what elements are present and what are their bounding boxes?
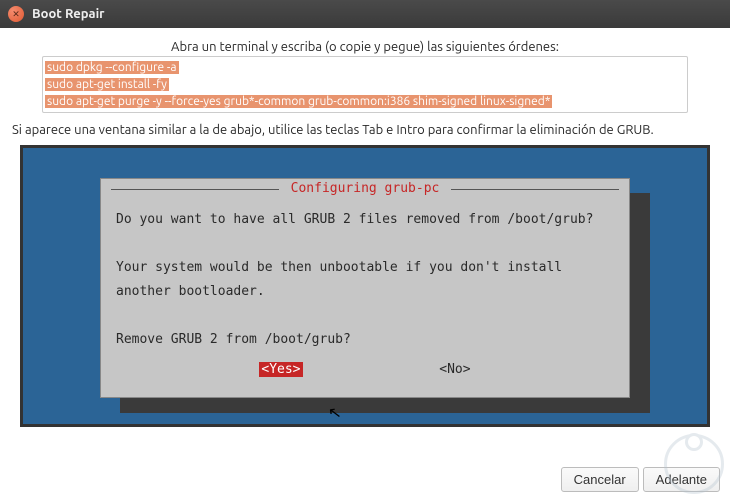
grub-dialog: Configuring grub-pc Do you want to have … xyxy=(100,178,630,398)
titlebar: ✕ Boot Repair xyxy=(0,0,730,28)
dialog-rule xyxy=(451,189,619,190)
cursor-icon: ↖ xyxy=(327,402,343,423)
command-line: sudo apt-get purge -y --force-yes grub*-… xyxy=(45,95,552,108)
dialog-line: Do you want to have all GRUB 2 files rem… xyxy=(116,212,593,227)
footer-buttons: Cancelar Adelante xyxy=(0,461,730,500)
watermark-icon xyxy=(664,434,724,494)
content-area: Abra un terminal y escriba (o copie y pe… xyxy=(0,28,730,435)
command-line: sudo apt-get install -fy xyxy=(45,78,169,91)
window-title: Boot Repair xyxy=(32,7,105,21)
cancel-button[interactable]: Cancelar xyxy=(561,467,639,492)
instruction-note: Si aparece una ventana similar a la de a… xyxy=(12,123,718,137)
dialog-title: Configuring grub-pc xyxy=(291,181,440,196)
dialog-line: Remove GRUB 2 from /boot/grub? xyxy=(116,332,351,347)
terminal-screenshot: Configuring grub-pc Do you want to have … xyxy=(20,145,710,427)
command-line: sudo dpkg --configure -a xyxy=(45,61,179,74)
close-icon[interactable]: ✕ xyxy=(8,6,24,22)
dialog-body: Do you want to have all GRUB 2 files rem… xyxy=(101,196,629,352)
tui-no-button[interactable]: <No> xyxy=(439,362,470,377)
dialog-line: Your system would be then unbootable if … xyxy=(116,260,570,299)
tui-yes-button[interactable]: <Yes> xyxy=(259,362,302,377)
commands-box[interactable]: sudo dpkg --configure -a sudo apt-get in… xyxy=(42,56,688,113)
instruction-heading: Abra un terminal y escriba (o copie y pe… xyxy=(10,40,720,54)
dialog-rule xyxy=(111,189,279,190)
